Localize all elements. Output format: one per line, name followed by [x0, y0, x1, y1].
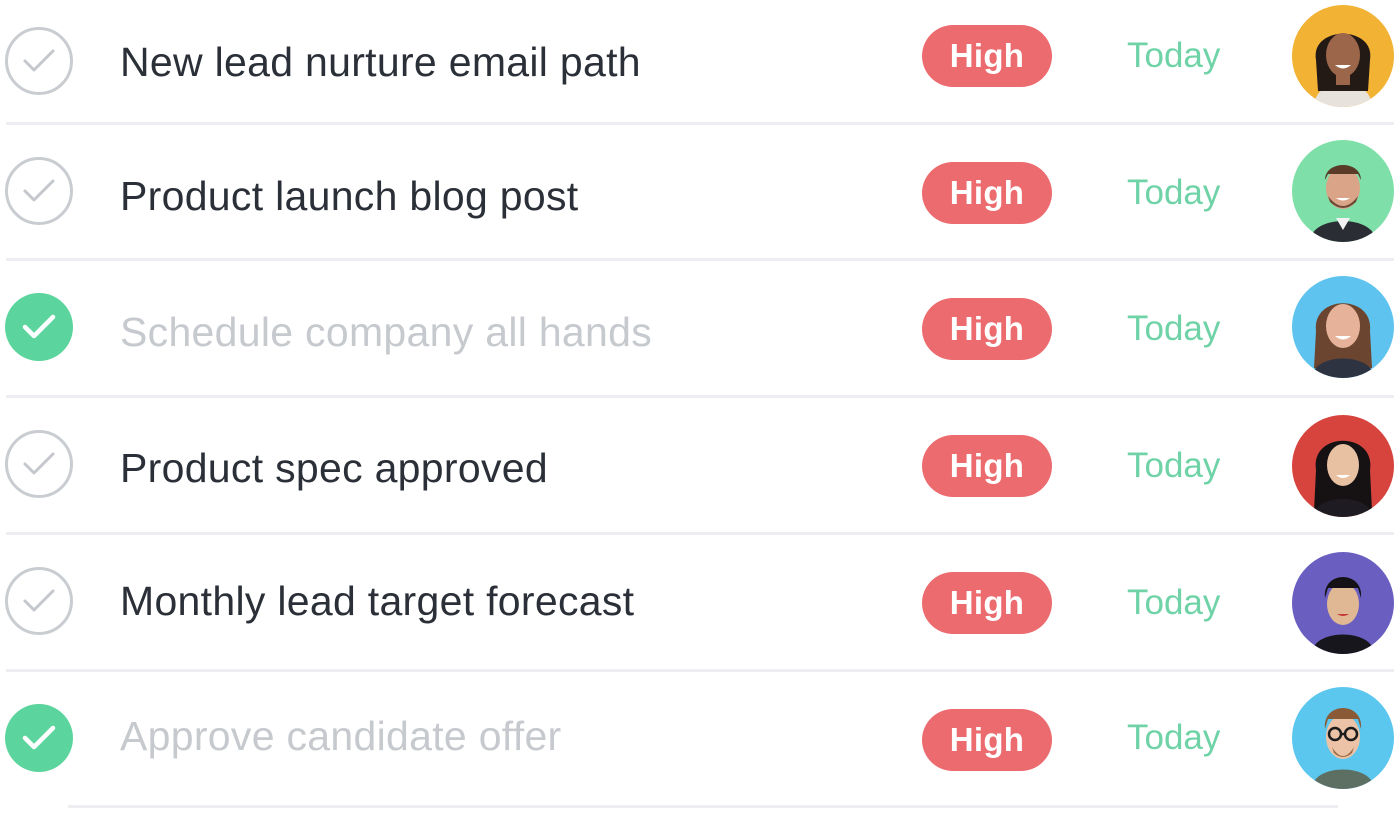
task-title[interactable]: Product launch blog post	[120, 172, 579, 220]
task-title[interactable]: Product spec approved	[120, 444, 548, 492]
row-divider	[6, 532, 1394, 535]
row-divider	[6, 122, 1394, 125]
priority-badge[interactable]: High	[922, 162, 1052, 224]
task-title[interactable]: New lead nurture email path	[120, 38, 641, 86]
row-divider	[6, 669, 1394, 672]
checkmark-icon	[23, 49, 55, 72]
assignee-avatar[interactable]	[1292, 415, 1394, 517]
assignee-avatar[interactable]	[1292, 552, 1394, 654]
priority-badge[interactable]: High	[922, 435, 1052, 497]
assignee-avatar[interactable]	[1292, 687, 1394, 789]
checkmark-icon	[23, 179, 55, 202]
complete-task-checkbox[interactable]	[5, 567, 73, 635]
person-avatar-icon	[1292, 140, 1394, 242]
task-list: New lead nurture email path High Today P…	[0, 0, 1394, 809]
row-divider	[68, 805, 1338, 808]
person-avatar-icon	[1292, 415, 1394, 517]
due-date[interactable]: Today	[1127, 716, 1220, 760]
priority-badge[interactable]: High	[922, 298, 1052, 360]
complete-task-checkbox[interactable]	[5, 27, 73, 95]
checkmark-icon	[23, 589, 55, 612]
due-date[interactable]: Today	[1127, 34, 1220, 78]
task-title[interactable]: Approve candidate offer	[120, 712, 562, 760]
person-avatar-icon	[1292, 276, 1394, 378]
priority-badge[interactable]: High	[922, 25, 1052, 87]
task-row[interactable]: Product launch blog post High Today	[0, 137, 1394, 273]
due-date[interactable]: Today	[1127, 171, 1220, 215]
checkmark-icon	[23, 452, 55, 475]
checkmark-icon	[22, 314, 56, 339]
task-row[interactable]: Product spec approved High Today	[0, 410, 1394, 546]
person-avatar-icon	[1292, 687, 1394, 789]
assignee-avatar[interactable]	[1292, 5, 1394, 107]
task-title[interactable]: Monthly lead target forecast	[120, 577, 634, 625]
checkmark-icon	[22, 725, 56, 750]
row-divider	[6, 395, 1394, 398]
priority-badge[interactable]: High	[922, 709, 1052, 771]
person-avatar-icon	[1292, 552, 1394, 654]
complete-task-checkbox[interactable]	[5, 704, 73, 772]
row-divider	[6, 258, 1394, 261]
complete-task-checkbox[interactable]	[5, 293, 73, 361]
due-date[interactable]: Today	[1127, 444, 1220, 488]
assignee-avatar[interactable]	[1292, 140, 1394, 242]
assignee-avatar[interactable]	[1292, 276, 1394, 378]
task-row[interactable]: Monthly lead target forecast High Today	[0, 547, 1394, 683]
task-row[interactable]: New lead nurture email path High Today	[0, 0, 1394, 136]
task-row[interactable]: Schedule company all hands High Today	[0, 273, 1394, 409]
complete-task-checkbox[interactable]	[5, 430, 73, 498]
due-date[interactable]: Today	[1127, 581, 1220, 625]
task-title[interactable]: Schedule company all hands	[120, 308, 652, 356]
complete-task-checkbox[interactable]	[5, 157, 73, 225]
priority-badge[interactable]: High	[922, 572, 1052, 634]
task-row[interactable]: Approve candidate offer High Today	[0, 684, 1394, 820]
person-avatar-icon	[1292, 5, 1394, 107]
due-date[interactable]: Today	[1127, 307, 1220, 351]
